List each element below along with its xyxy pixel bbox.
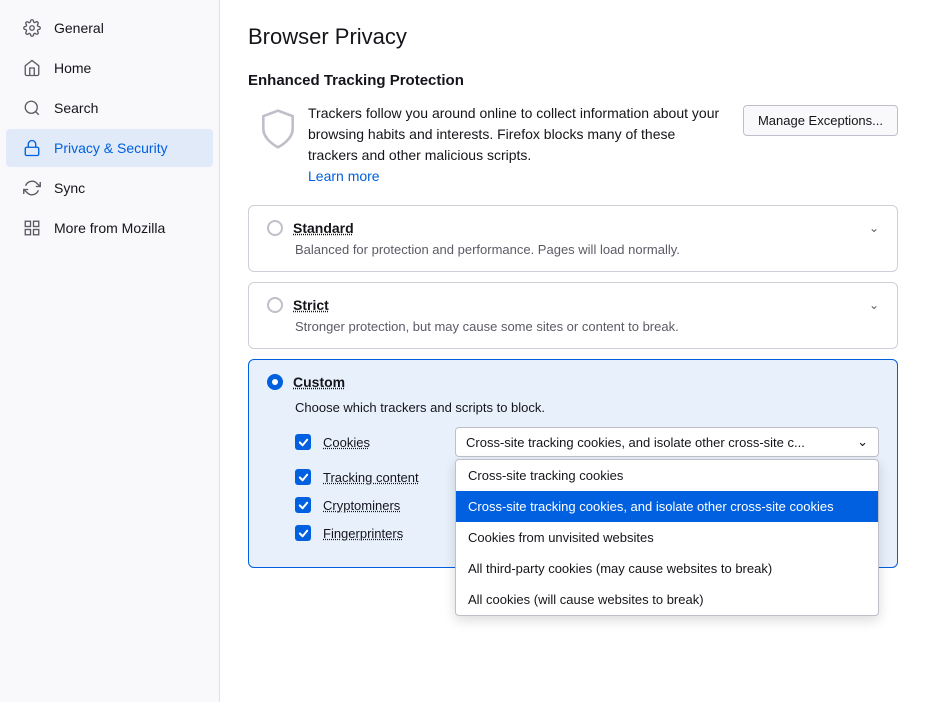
custom-option-header: Custom: [267, 374, 879, 390]
etp-row: Trackers follow you around online to col…: [248, 103, 898, 187]
cookies-checkbox[interactable]: [295, 434, 311, 450]
fingerprinters-checkbox[interactable]: [295, 525, 311, 541]
sidebar-item-label: Sync: [54, 180, 85, 196]
cookies-dropdown-wrapper: Cross-site tracking cookies, and isolate…: [455, 427, 879, 457]
main-content: Browser Privacy Enhanced Tracking Protec…: [220, 0, 926, 702]
sidebar-item-label: Privacy & Security: [54, 140, 168, 156]
dropdown-item-3[interactable]: Cookies from unvisited websites: [456, 522, 878, 553]
strict-option-header: Strict ⌄: [267, 297, 879, 313]
cookies-dropdown-value: Cross-site tracking cookies, and isolate…: [466, 435, 805, 450]
cookies-label: Cookies: [323, 435, 443, 450]
lock-icon: [22, 138, 42, 158]
sidebar-item-mozilla[interactable]: More from Mozilla: [6, 209, 213, 247]
dropdown-item-2[interactable]: Cross-site tracking cookies, and isolate…: [456, 491, 878, 522]
custom-radio[interactable]: [267, 374, 283, 390]
standard-option-card: Standard ⌄ Balanced for protection and p…: [248, 205, 898, 272]
etp-section: Enhanced Tracking Protection Trackers fo…: [248, 72, 898, 187]
standard-chevron-icon: ⌄: [869, 221, 879, 235]
cookies-row: Cookies Cross-site tracking cookies, and…: [295, 427, 879, 457]
sidebar-item-label: Home: [54, 60, 91, 76]
custom-body: Choose which trackers and scripts to blo…: [267, 400, 879, 553]
learn-more-link[interactable]: Learn more: [308, 168, 380, 184]
custom-label: Custom: [293, 374, 345, 390]
sidebar-item-general[interactable]: General: [6, 9, 213, 47]
etp-section-title: Enhanced Tracking Protection: [248, 72, 898, 89]
dropdown-item-5[interactable]: All cookies (will cause websites to brea…: [456, 584, 878, 615]
cookies-dropdown-button[interactable]: Cross-site tracking cookies, and isolate…: [455, 427, 879, 457]
strict-chevron-icon: ⌄: [869, 298, 879, 312]
standard-radio[interactable]: [267, 220, 283, 236]
sidebar-item-search[interactable]: Search: [6, 89, 213, 127]
gear-icon: [22, 18, 42, 38]
strict-radio[interactable]: [267, 297, 283, 313]
etp-description: Trackers follow you around online to col…: [308, 103, 723, 187]
mozilla-icon: [22, 218, 42, 238]
custom-option-card: Custom Choose which trackers and scripts…: [248, 359, 898, 568]
dropdown-item-4[interactable]: All third-party cookies (may cause websi…: [456, 553, 878, 584]
tracking-label: Tracking content: [323, 470, 443, 485]
sync-icon: [22, 178, 42, 198]
home-icon: [22, 58, 42, 78]
dropdown-item-1[interactable]: Cross-site tracking cookies: [456, 460, 878, 491]
crypto-label: Cryptominers: [323, 498, 443, 513]
manage-exceptions-button[interactable]: Manage Exceptions...: [743, 105, 898, 136]
sidebar-item-sync[interactable]: Sync: [6, 169, 213, 207]
strict-desc: Stronger protection, but may cause some …: [267, 319, 879, 334]
standard-label: Standard: [293, 220, 354, 236]
custom-desc: Choose which trackers and scripts to blo…: [295, 400, 879, 415]
tracking-checkbox[interactable]: [295, 469, 311, 485]
sidebar-item-label: More from Mozilla: [54, 220, 165, 236]
sidebar: General Home Search Privacy & Security: [0, 0, 220, 702]
cookies-dropdown-menu: Cross-site tracking cookies Cross-site t…: [455, 459, 879, 616]
search-icon: [22, 98, 42, 118]
shield-icon: [248, 103, 308, 151]
sidebar-item-home[interactable]: Home: [6, 49, 213, 87]
sidebar-item-label: General: [54, 20, 104, 36]
sidebar-item-label: Search: [54, 100, 98, 116]
strict-option-card: Strict ⌄ Stronger protection, but may ca…: [248, 282, 898, 349]
sidebar-item-privacy[interactable]: Privacy & Security: [6, 129, 213, 167]
crypto-checkbox[interactable]: [295, 497, 311, 513]
fingerprinters-label: Fingerprinters: [323, 526, 443, 541]
strict-label: Strict: [293, 297, 329, 313]
standard-desc: Balanced for protection and performance.…: [267, 242, 879, 257]
standard-option-header: Standard ⌄: [267, 220, 879, 236]
dropdown-chevron-icon: ⌄: [857, 434, 868, 450]
page-title: Browser Privacy: [248, 24, 898, 50]
